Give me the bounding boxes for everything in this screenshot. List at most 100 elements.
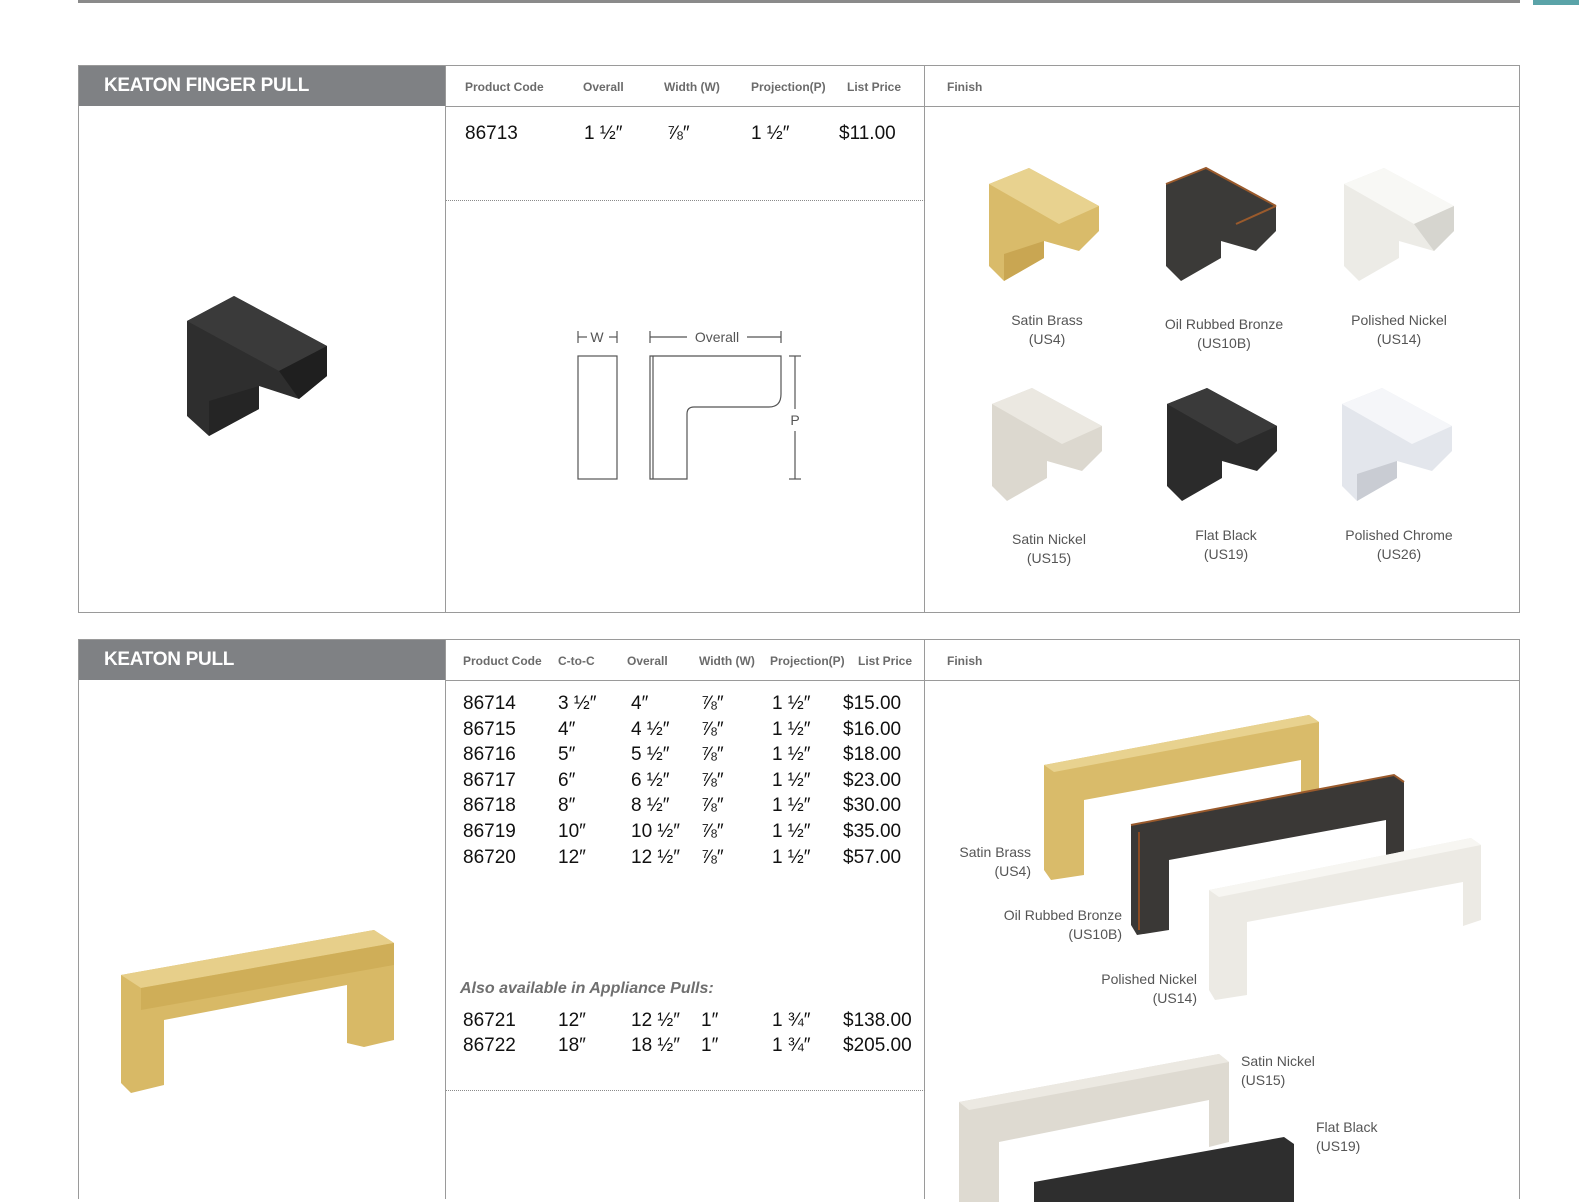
finish-label: Polished Nickel (US14)	[1309, 311, 1489, 349]
finish-name: Flat Black	[1316, 1119, 1378, 1135]
col-list-price: List Price	[858, 654, 913, 668]
diagram-overall-label: Overall	[695, 329, 739, 345]
keaton-pull-product-image	[121, 930, 394, 1093]
flat-black-swatch-icon	[1167, 388, 1277, 501]
list-price: $205.00	[843, 1035, 912, 1056]
width: ⅞″	[701, 769, 724, 791]
finish-label: Oil Rubbed Bronze (US10B)	[942, 906, 1122, 944]
overall: 4″	[631, 693, 649, 714]
width: ⅞″	[701, 795, 724, 817]
finish-code: (US14)	[1152, 990, 1197, 1006]
product-code: 86718	[463, 795, 516, 817]
projection: 1 ½″	[751, 123, 790, 144]
col-width: Width (W)	[699, 654, 755, 668]
polished-nickel-pull-icon	[1209, 838, 1481, 1000]
finish-name: Oil Rubbed Bronze	[1164, 316, 1284, 332]
overall: 8 ½″	[631, 795, 670, 817]
finish-label: Polished Chrome (US26)	[1309, 526, 1489, 564]
header-rule	[446, 106, 1519, 107]
diagram-p-label: P	[790, 412, 799, 428]
finish-label: Flat Black (US19)	[1316, 1118, 1496, 1156]
col-list-price: List Price	[847, 80, 902, 94]
finish-name: Satin Brass	[1011, 312, 1083, 328]
polished-nickel-swatch-icon	[1344, 168, 1454, 281]
c-to-c: 12″	[558, 846, 586, 868]
satin-nickel-swatch-icon	[992, 388, 1102, 501]
width: ⅞″	[701, 821, 724, 842]
col-finish: Finish	[947, 654, 983, 668]
projection: 1 ¾″	[772, 1010, 811, 1031]
finish-code: (US4)	[994, 863, 1031, 879]
finish-label: Satin Nickel (US15)	[1241, 1052, 1421, 1090]
list-price: $15.00	[843, 693, 902, 714]
c-to-c: 5″	[558, 744, 576, 766]
overall: 18 ½″	[631, 1035, 680, 1056]
finger-pull-product-image	[187, 296, 327, 436]
flat-black-pull-icon	[1034, 1137, 1294, 1202]
finish-label: Satin Brass (US4)	[851, 843, 1031, 881]
product-code: 86713	[465, 123, 518, 144]
col-width: Width (W)	[664, 80, 720, 94]
finish-label: Satin Nickel (US15)	[959, 530, 1139, 568]
column-divider	[924, 66, 925, 612]
product-code: 86722	[463, 1035, 516, 1056]
col-projection: Projection(P)	[770, 654, 845, 668]
list-price: $30.00	[843, 795, 902, 817]
finish-label: Satin Brass (US4)	[957, 311, 1137, 349]
finish-code: (US4)	[1028, 331, 1066, 347]
polished-chrome-swatch-icon	[1342, 388, 1452, 501]
product-code: 86717	[463, 769, 516, 791]
product-code: 86721	[463, 1010, 516, 1031]
projection: 1 ½″	[772, 718, 811, 740]
product-code: 86719	[463, 821, 516, 842]
finish-code: (US19)	[1316, 1138, 1361, 1154]
finish-name: Polished Nickel	[1351, 312, 1447, 328]
c-to-c: 18″	[558, 1035, 586, 1056]
oil-rubbed-bronze-swatch-icon	[1165, 166, 1277, 281]
c-to-c: 12″	[558, 1010, 586, 1031]
col-c-to-c: C-to-C	[558, 654, 595, 668]
finish-code: (US26)	[1376, 546, 1422, 562]
top-accent-tab	[1533, 0, 1579, 5]
overall: 12 ½″	[631, 846, 680, 868]
c-to-c: 6″	[558, 769, 576, 791]
list-price: $11.00	[839, 123, 896, 144]
col-product-code: Product Code	[463, 654, 542, 668]
top-rule	[78, 0, 1520, 3]
col-finish: Finish	[947, 80, 983, 94]
overall: 1 ½″	[584, 123, 623, 144]
column-divider	[445, 66, 446, 612]
product-code: 86716	[463, 744, 516, 766]
projection: 1 ½″	[772, 846, 811, 868]
overall: 4 ½″	[631, 718, 670, 740]
overall: 10 ½″	[631, 821, 680, 842]
projection: 1 ½″	[772, 795, 811, 817]
width: ⅞″	[701, 846, 724, 868]
finish-name: Flat Black	[1195, 527, 1257, 543]
finish-name: Satin Brass	[959, 844, 1031, 860]
overall: 5 ½″	[631, 744, 670, 766]
product-code: 86720	[463, 846, 516, 868]
projection: 1 ½″	[772, 693, 811, 714]
list-price: $35.00	[843, 821, 902, 842]
finish-name: Satin Nickel	[1241, 1053, 1315, 1069]
projection: 1 ½″	[772, 821, 811, 842]
keaton-pull-section: KEATON PULL Product Code C-to-C Overall …	[78, 639, 1520, 1202]
overall: 6 ½″	[631, 769, 670, 791]
list-price: $138.00	[843, 1010, 912, 1031]
product-code: 86714	[463, 693, 516, 714]
col-projection: Projection(P)	[751, 80, 826, 94]
overall: 12 ½″	[631, 1010, 680, 1031]
section-header: KEATON FINGER PULL	[79, 66, 446, 106]
section-title: KEATON FINGER PULL	[104, 75, 310, 96]
diagram-w-label: W	[590, 329, 604, 345]
product-code: 86715	[463, 718, 516, 740]
dotted-divider	[446, 1090, 925, 1091]
c-to-c: 10″	[558, 821, 586, 842]
finish-code: (US15)	[1026, 550, 1072, 566]
dotted-divider	[446, 200, 925, 201]
finish-label: Oil Rubbed Bronze (US10B)	[1134, 315, 1314, 353]
column-divider	[924, 640, 925, 1199]
c-to-c: 4″	[558, 718, 576, 740]
finish-label: Polished Nickel (US14)	[1017, 970, 1197, 1008]
